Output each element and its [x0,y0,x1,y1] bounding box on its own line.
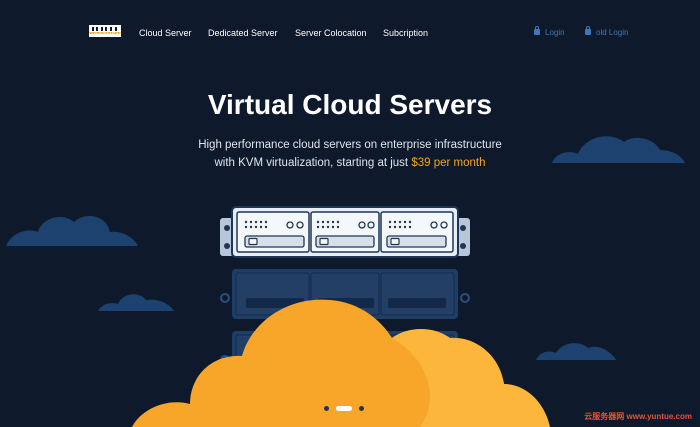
hero-subtitle-line2: with KVM virtualization, starting at jus… [214,157,409,169]
carousel-dot-2[interactable] [336,406,352,411]
cloud-right-small [536,343,616,360]
nav-cloud-server[interactable]: Cloud Server [139,28,192,38]
top-navbar: HOSTMEM Cloud Server Dedicated Server Se… [0,0,700,66]
carousel-dot-3[interactable] [359,406,364,411]
brand-name: HOSTMEM [88,33,122,39]
nav-server-colocation[interactable]: Server Colocation [295,28,367,38]
old-login-link[interactable]: old Login [585,26,629,37]
hero-subtitle-line2-wrap: with KVM virtualization, starting at jus… [0,154,700,172]
cloud-left-small [98,294,174,311]
login-label: Login [545,28,565,37]
hero-subtitle-line1: High performance cloud servers on enterp… [198,139,502,151]
hero-title: Virtual Cloud Servers [207,89,493,120]
brand-logo-icon[interactable] [88,19,122,43]
cloud-left [6,216,138,246]
server-main [220,206,470,258]
lock-icon [585,26,591,35]
nav-subscription[interactable]: Subcription [383,28,428,38]
old-login-label: old Login [596,28,629,37]
lock-icon [534,26,540,35]
hero-subtitle: High performance cloud servers on enterp… [0,136,700,172]
carousel-dot-1[interactable] [324,406,329,411]
hero-price: $39 per month [411,157,486,169]
login-link[interactable]: Login [534,26,565,37]
watermark: 云服务器网 www.yuntue.com [584,412,692,421]
nav-dedicated-server[interactable]: Dedicated Server [208,28,278,38]
